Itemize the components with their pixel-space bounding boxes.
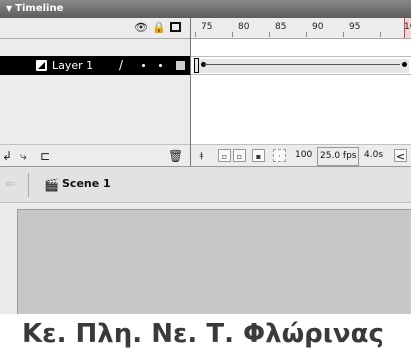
- frame-rate[interactable]: 25.0 fps: [317, 147, 360, 166]
- layers-footer: ↲ ⤷ ⊏ 🗑: [0, 144, 190, 167]
- tween-arrow: [204, 64, 400, 65]
- motion-tween-span[interactable]: [194, 59, 409, 73]
- stage-area[interactable]: [0, 203, 411, 315]
- back-arrow-icon[interactable]: ⇐: [5, 177, 16, 192]
- scene-icon: 🎬: [44, 178, 59, 192]
- ruler-mark: [306, 32, 307, 37]
- frame-ruler[interactable]: 75 80 85 90 95 10: [191, 18, 411, 39]
- layers-panel: 👁 🔒 Layer 1 / ↲ ⤷ ⊏ 🗑: [0, 18, 191, 166]
- timeline-status-bar: ǂ ▫ ▫ ▪ · 100 25.0 fps 4.0s <: [191, 144, 411, 167]
- layer-name: Layer 1: [52, 59, 94, 72]
- lock-dot[interactable]: [159, 64, 162, 67]
- frames-panel: 75 80 85 90 95 10 ǂ ▫ ▫ ▪ · 100 25.0 fps…: [191, 18, 411, 167]
- insert-layer-icon[interactable]: ↲: [2, 149, 12, 163]
- current-frame: 100: [295, 150, 313, 160]
- ruler-tick: 85: [275, 22, 287, 32]
- layer-type-icon: [36, 60, 47, 71]
- layers-header: 👁 🔒: [0, 18, 190, 39]
- ruler-mark: [380, 32, 381, 37]
- scene-name[interactable]: Scene 1: [62, 177, 111, 190]
- trash-icon[interactable]: 🗑: [168, 149, 183, 163]
- onion-markers-icon[interactable]: ·: [273, 149, 286, 162]
- keyframe-start[interactable]: [194, 58, 199, 73]
- caption-text: Κε. Πλη. Νε. Τ. Φλώρινας: [0, 314, 411, 349]
- pencil-icon: /: [119, 58, 124, 72]
- ruler-tick: 10: [404, 22, 411, 32]
- onion-outline-icon[interactable]: ▫: [233, 149, 246, 162]
- elapsed-time: 4.0s: [364, 150, 384, 160]
- ruler-mark: [195, 32, 196, 37]
- ruler-tick: 95: [349, 22, 361, 32]
- ruler-mark: [232, 32, 233, 37]
- timeline-title-bar[interactable]: ▼ Timeline: [0, 0, 411, 18]
- ruler-mark: [269, 32, 270, 37]
- ruler-tick: 90: [312, 22, 324, 32]
- add-motion-guide-icon[interactable]: ⤷: [20, 149, 27, 163]
- scroll-left-icon[interactable]: <: [394, 149, 407, 163]
- ruler-tick: 80: [238, 22, 250, 32]
- ruler-mark: [343, 32, 344, 37]
- ruler-tick: 75: [201, 22, 213, 32]
- outline-icon[interactable]: [170, 22, 181, 32]
- eye-icon[interactable]: 👁: [134, 21, 148, 34]
- collapse-triangle-icon[interactable]: ▼: [6, 4, 12, 13]
- insert-folder-icon[interactable]: ⊏: [40, 149, 50, 163]
- keyframe-dot[interactable]: [402, 62, 407, 67]
- panel-title: Timeline: [15, 3, 64, 14]
- lock-icon[interactable]: 🔒: [152, 21, 166, 34]
- visibility-dot[interactable]: [142, 64, 145, 67]
- edit-multiple-frames-icon[interactable]: ▪: [252, 149, 265, 162]
- scene-bar: ⇐ 🎬 Scene 1: [0, 166, 411, 203]
- onion-skin-icon[interactable]: ▫: [218, 149, 231, 162]
- separator: [28, 173, 29, 197]
- layer-row[interactable]: Layer 1 /: [0, 56, 190, 75]
- center-frame-icon[interactable]: ǂ: [195, 149, 208, 162]
- frame-row[interactable]: [191, 56, 411, 75]
- stage-canvas[interactable]: [17, 209, 411, 315]
- outline-color-box[interactable]: [176, 61, 185, 70]
